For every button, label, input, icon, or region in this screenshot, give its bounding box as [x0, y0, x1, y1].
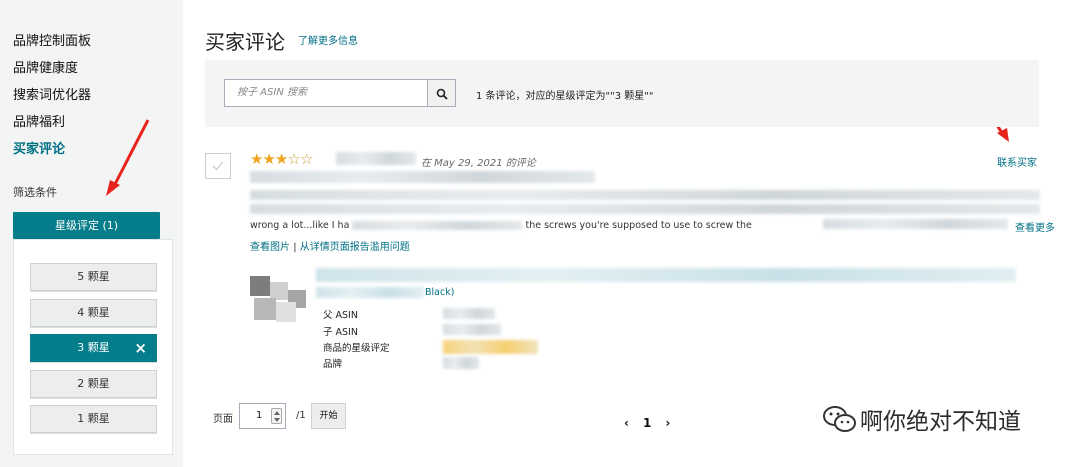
review-text-redacted	[250, 190, 1040, 200]
review-title-redacted	[250, 171, 595, 183]
result-count-text: 1 条评论，对应的星级评定为""3 颗星""	[476, 91, 654, 102]
filter-2-stars-button[interactable]: 2 颗星	[30, 370, 157, 398]
sidebar-item-brand-health[interactable]: 品牌健康度	[13, 59, 91, 86]
pager: ‹ 1 ›	[617, 416, 677, 430]
sidebar: 品牌控制面板 品牌健康度 搜索词优化器 品牌福利 买家评论 筛选条件 星级评定 …	[0, 0, 183, 467]
review-text-redacted	[250, 204, 1040, 214]
sidebar-item-brand-dashboard[interactable]: 品牌控制面板	[13, 32, 91, 59]
product-rating-value-redacted	[443, 340, 538, 354]
check-icon	[212, 161, 224, 171]
view-images-link[interactable]: 查看图片	[250, 242, 290, 253]
child-asin-label: 子 ASIN	[323, 327, 358, 338]
child-asin-value-redacted	[443, 324, 501, 335]
sidebar-item-customer-reviews[interactable]: 买家评论	[13, 140, 91, 167]
go-to-page-button[interactable]: 开始	[311, 403, 346, 429]
link-separator: |	[293, 242, 297, 253]
review-date: 在 May 29, 2021 的评论	[421, 158, 536, 169]
learn-more-link[interactable]: 了解更多信息	[298, 32, 358, 47]
wechat-logo-icon	[823, 406, 856, 432]
search-button[interactable]	[427, 79, 456, 107]
read-more-link[interactable]: 查看更多	[1015, 219, 1055, 234]
filter-title: 筛选条件	[13, 186, 57, 199]
product-rating-label: 商品的星级评定	[323, 343, 390, 354]
report-abuse-link[interactable]: 从详情页面报告滥用问题	[300, 242, 410, 253]
product-title-redacted	[316, 268, 1016, 282]
filter-1-star-button[interactable]: 1 颗星	[30, 405, 157, 433]
product-thumbnail[interactable]	[250, 276, 308, 326]
page-number-value: 1	[256, 410, 263, 421]
filter-5-stars-button[interactable]: 5 颗星	[30, 263, 157, 291]
product-variant-redacted	[316, 287, 424, 298]
wechat-watermark: 啊你绝对不知道	[820, 398, 1060, 442]
review-text-redacted	[823, 219, 1008, 229]
search-icon	[436, 88, 448, 100]
page-stepper[interactable]	[271, 408, 282, 424]
page-total: /1	[296, 410, 306, 421]
prev-page-button[interactable]: ‹	[624, 416, 629, 430]
review-links: 查看图片 | 从详情页面报告滥用问题	[250, 238, 410, 253]
sidebar-item-brand-benefits[interactable]: 品牌福利	[13, 113, 91, 140]
review-select-checkbox[interactable]	[205, 153, 231, 179]
page-title: 买家评论	[205, 30, 285, 54]
filter-4-stars-button[interactable]: 4 颗星	[30, 299, 157, 327]
page-1-button[interactable]: 1	[643, 416, 651, 430]
review-star-rating: ★★★☆☆	[250, 150, 313, 168]
star-filled-icon: ★	[262, 150, 275, 168]
search-bar: 按子 ASIN 搜索 1 条评论，对应的星级评定为""3 颗星""	[205, 60, 1039, 127]
star-empty-icon: ☆	[287, 150, 300, 168]
asin-search-input[interactable]: 按子 ASIN 搜索	[224, 79, 428, 107]
page-number-input[interactable]: 1	[239, 403, 286, 429]
parent-asin-value-redacted	[443, 308, 495, 319]
brand-value-redacted	[443, 357, 479, 369]
stepper-arrows-icon	[274, 411, 280, 422]
sidebar-nav: 品牌控制面板 品牌健康度 搜索词优化器 品牌福利 买家评论	[13, 32, 91, 167]
review-body-text: wrong a lot...like I ha the screws you'r…	[250, 220, 752, 231]
parent-asin-label: 父 ASIN	[323, 310, 358, 321]
filter-3-stars-label: 3 颗星	[77, 341, 110, 354]
contact-buyer-link[interactable]: 联系买家	[997, 154, 1037, 169]
brand-label: 品牌	[323, 359, 343, 370]
next-page-button[interactable]: ›	[665, 416, 670, 430]
sidebar-item-search-optimizer[interactable]: 搜索词优化器	[13, 86, 91, 113]
annotation-arrow-left	[106, 119, 150, 196]
star-filled-icon: ★	[250, 150, 263, 168]
clear-filter-icon[interactable]: ×	[134, 335, 147, 361]
watermark-text: 啊你绝对不知道	[860, 409, 1021, 435]
product-variant-text: Black)	[425, 287, 455, 298]
review-text-redacted	[352, 221, 523, 230]
star-filled-icon: ★	[274, 150, 288, 168]
star-rating-filter-panel: 5 颗星 4 颗星 3 颗星 × 2 颗星 1 颗星	[13, 239, 173, 455]
star-empty-icon: ☆	[299, 150, 313, 168]
page-label: 页面	[213, 414, 233, 425]
reviewer-name-redacted	[336, 152, 416, 165]
filter-3-stars-button[interactable]: 3 颗星 ×	[30, 334, 157, 362]
star-rating-filter-header[interactable]: 星级评定 (1)	[13, 212, 160, 239]
